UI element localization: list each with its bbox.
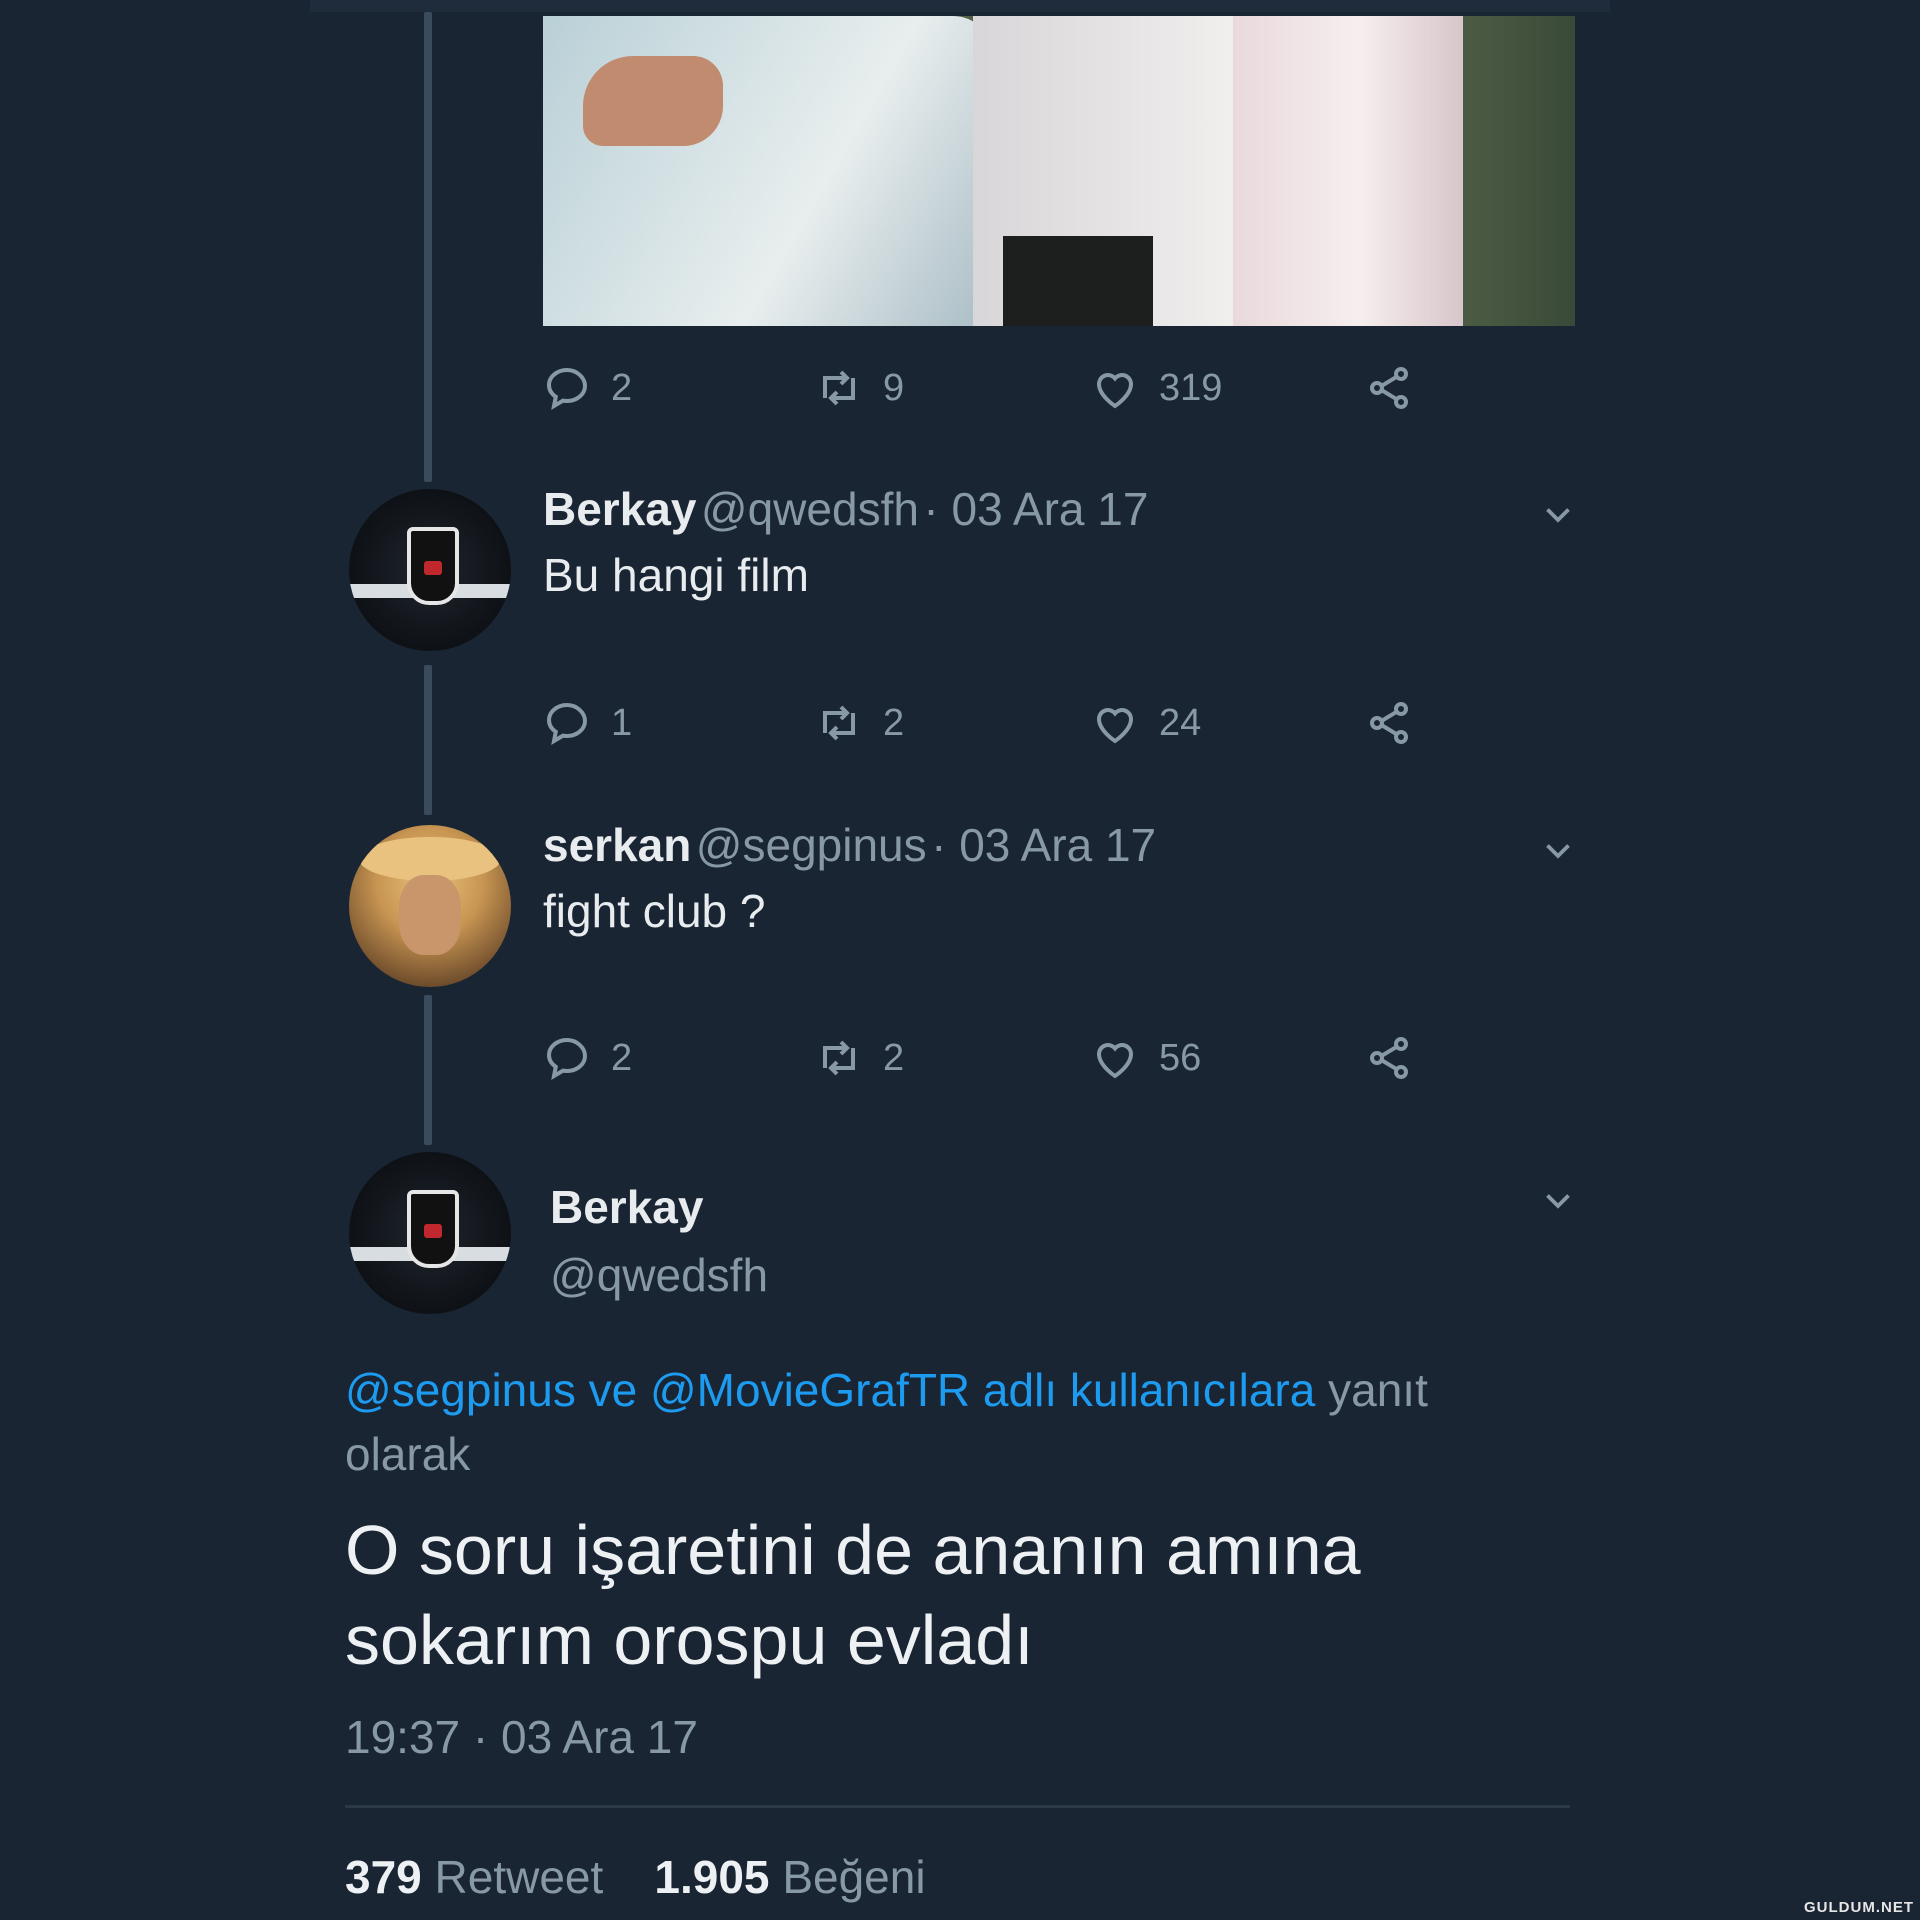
tweet-actions: 2 2 56 [543,1028,1443,1088]
user-name[interactable]: serkan [543,819,691,871]
thread-line [424,12,432,482]
main-tweet-text: O soru işaretini de ananın amına sokarım… [345,1505,1545,1685]
tweet-media-image[interactable] [543,16,1575,326]
reply-button[interactable]: 2 [543,1034,632,1082]
retweet-icon [823,370,855,406]
share-icon [1370,367,1408,409]
retweet-label[interactable]: Retweet [435,1851,604,1903]
user-handle[interactable]: @qwedsfh [701,483,919,535]
retweet-button[interactable]: 2 [815,699,904,747]
reply-to-links[interactable]: @segpinus ve @MovieGrafTR adlı kullanıcı… [345,1364,1315,1416]
chevron-down-icon[interactable] [1540,832,1576,868]
share-icon [1370,702,1408,744]
watermark: GULDUM.NET [1804,1899,1914,1916]
share-button[interactable] [1365,699,1433,747]
like-button[interactable]: 56 [1091,1034,1201,1082]
tweet-actions: 2 9 319 [543,358,1443,418]
share-button[interactable] [1365,364,1433,412]
user-handle[interactable]: @qwedsfh [550,1248,768,1302]
tweet-header: serkan @segpinus · 03 Ara 17 [543,818,1156,872]
main-tweet-text-line: sokarım orospu evladı [345,1601,1034,1679]
avatar[interactable] [349,1152,511,1314]
tweet-timestamp[interactable]: 19:37 · 03 Ara 17 [345,1710,698,1764]
tweet-header: Berkay @qwedsfh · 03 Ara 17 [543,482,1148,536]
reply-button[interactable]: 2 [543,364,632,412]
share-button[interactable] [1365,1034,1433,1082]
chevron-down-icon[interactable] [1540,1182,1576,1218]
like-button[interactable]: 24 [1091,699,1201,747]
reply-icon [546,367,588,411]
retweet-button[interactable]: 2 [815,1034,904,1082]
like-icon [1096,373,1134,409]
share-icon [1370,1037,1408,1079]
reply-icon [546,1037,588,1081]
user-name[interactable]: Berkay [550,1180,703,1234]
tweet-actions: 1 2 24 [543,693,1443,753]
user-handle[interactable]: @segpinus [696,819,927,871]
tweet-date: · 03 Ara 17 [931,819,1157,871]
like-label[interactable]: Beğeni [782,1851,925,1903]
reply-icon [546,702,588,746]
reply-context: @segpinus ve @MovieGrafTR adlı kullanıcı… [345,1358,1525,1486]
avatar[interactable] [349,825,511,987]
reply-button[interactable]: 1 [543,699,632,747]
like-button[interactable]: 319 [1091,364,1222,412]
user-name[interactable]: Berkay [543,483,696,535]
tweet-text: fight club ? [543,885,766,937]
tweet-date: · 03 Ara 17 [923,483,1149,535]
thread-line [424,665,432,815]
like-icon [1096,1043,1134,1079]
divider [345,1805,1570,1808]
tweet-stats: 379 Retweet 1.905 Beğeni [345,1850,926,1904]
retweet-count[interactable]: 379 [345,1851,422,1903]
retweet-button[interactable]: 9 [815,364,904,412]
avatar[interactable] [349,489,511,651]
retweet-icon [823,705,855,741]
retweet-icon [823,1040,855,1076]
top-divider [310,0,1610,12]
like-count[interactable]: 1.905 [654,1851,769,1903]
like-icon [1096,708,1134,744]
chevron-down-icon[interactable] [1540,496,1576,532]
main-tweet-text-line: O soru işaretini de ananın amına [345,1511,1361,1589]
thread-line [424,995,432,1145]
tweet-text: Bu hangi film [543,549,809,601]
